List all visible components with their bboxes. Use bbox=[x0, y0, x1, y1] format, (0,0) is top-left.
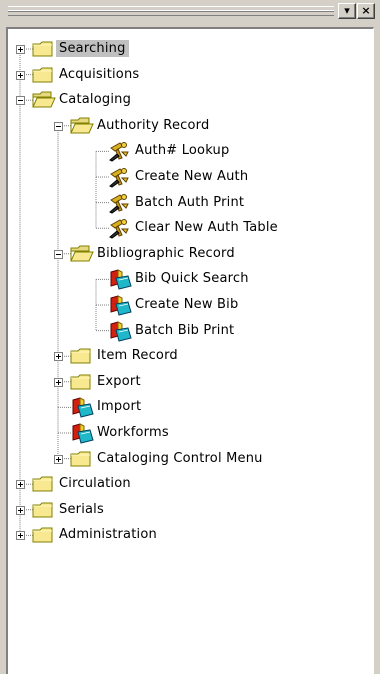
bib-book-icon bbox=[108, 268, 132, 294]
tree-item-label: Acquisitions bbox=[59, 66, 140, 82]
tree-item-label: Create New Auth bbox=[135, 169, 249, 184]
drag-grip[interactable] bbox=[8, 6, 334, 16]
panel-title-bar[interactable]: ▾ × bbox=[0, 0, 380, 24]
tree-item-label: Create New Bib bbox=[135, 297, 239, 312]
expand-toggle-searching[interactable] bbox=[16, 45, 25, 54]
tree-item-administration[interactable]: Administration bbox=[56, 525, 160, 545]
authority-tool-icon bbox=[108, 217, 130, 243]
bib-book-icon bbox=[70, 396, 94, 422]
tree-item-auth-lookup[interactable]: Auth# Lookup bbox=[132, 141, 232, 161]
authority-tool-icon bbox=[108, 192, 130, 218]
tree-item-label: Workforms bbox=[97, 425, 169, 440]
tree-item-cataloging[interactable]: Cataloging bbox=[56, 90, 134, 110]
folder-closed-icon bbox=[32, 501, 54, 523]
tree-item-create-new-bib[interactable]: Create New Bib bbox=[132, 295, 241, 315]
expand-toggle-acquisitions[interactable] bbox=[16, 70, 25, 80]
tree-item-bibliographic-record[interactable]: Bibliographic Record bbox=[94, 244, 238, 264]
expand-toggle-cataloging-control-menu[interactable] bbox=[54, 454, 63, 464]
dropdown-button[interactable]: ▾ bbox=[338, 3, 356, 19]
expand-toggle-item-record[interactable] bbox=[54, 352, 63, 362]
expand-toggle-serials[interactable] bbox=[16, 505, 25, 515]
expand-toggle-circulation[interactable] bbox=[16, 480, 25, 490]
tree-item-workforms[interactable]: Workforms bbox=[94, 423, 172, 443]
tree-item-bib-quick-search[interactable]: Bib Quick Search bbox=[132, 269, 252, 289]
folder-closed-icon bbox=[70, 347, 92, 369]
tree-item-serials[interactable]: Serials bbox=[56, 500, 107, 520]
tree-item-label: Circulation bbox=[59, 476, 131, 492]
tree-item-cataloging-control-menu[interactable]: Cataloging Control Menu bbox=[94, 449, 266, 469]
close-button[interactable]: × bbox=[357, 3, 375, 19]
folder-closed-icon bbox=[32, 475, 54, 497]
tree-item-label: Import bbox=[97, 399, 142, 415]
tree-item-searching[interactable]: Searching bbox=[56, 39, 129, 59]
folder-closed-icon bbox=[32, 66, 54, 88]
bib-book-icon bbox=[108, 320, 132, 346]
folder-open-icon bbox=[70, 117, 94, 139]
tree-item-authority-record[interactable]: Authority Record bbox=[94, 116, 212, 136]
tree-item-label: Batch Auth Print bbox=[135, 194, 245, 210]
collapse-toggle-bibliographic-record[interactable] bbox=[54, 249, 63, 259]
collapse-toggle-cataloging[interactable] bbox=[16, 96, 25, 106]
tree-item-label: Serials bbox=[59, 501, 104, 517]
folder-closed-icon bbox=[32, 40, 54, 62]
authority-tool-icon bbox=[108, 140, 130, 166]
tree-item-label: Cataloging Control Menu bbox=[97, 450, 263, 466]
expand-toggle-administration[interactable] bbox=[16, 531, 25, 541]
tree-item-label: Export bbox=[97, 373, 141, 389]
tree-item-create-new-auth[interactable]: Create New Auth bbox=[132, 167, 251, 187]
tree-item-acquisitions[interactable]: Acquisitions bbox=[56, 65, 142, 85]
folder-closed-icon bbox=[70, 450, 92, 472]
navigation-tree[interactable]: Searching Acquisitions Cataloging Authority… bbox=[6, 27, 374, 674]
folder-closed-icon bbox=[70, 373, 92, 395]
tree-item-label: Authority Record bbox=[97, 117, 210, 133]
tree-item-label: Administration bbox=[59, 527, 157, 543]
tree-item-item-record[interactable]: Item Record bbox=[94, 346, 181, 366]
folder-closed-icon bbox=[32, 526, 54, 548]
folder-open-icon bbox=[32, 91, 56, 113]
bib-book-icon bbox=[70, 422, 94, 448]
expand-toggle-export[interactable] bbox=[54, 377, 63, 387]
tree-item-label: Auth# Lookup bbox=[135, 143, 230, 159]
tree-item-import[interactable]: Import bbox=[94, 397, 144, 417]
tree-item-clear-new-auth-table[interactable]: Clear New Auth Table bbox=[132, 218, 281, 238]
tree-item-export[interactable]: Export bbox=[94, 372, 144, 392]
authority-tool-icon bbox=[108, 166, 130, 192]
tree-item-batch-auth-print[interactable]: Batch Auth Print bbox=[132, 193, 247, 213]
collapse-toggle-authority-record[interactable] bbox=[54, 121, 63, 131]
bib-book-icon bbox=[108, 294, 132, 320]
folder-open-icon bbox=[70, 245, 94, 267]
tree-item-label: Clear New Auth Table bbox=[135, 220, 278, 236]
tree-item-label: Batch Bib Print bbox=[135, 322, 235, 338]
tree-item-label: Searching bbox=[56, 40, 129, 57]
tree-item-label: Bib Quick Search bbox=[135, 271, 249, 287]
tree-item-batch-bib-print[interactable]: Batch Bib Print bbox=[132, 321, 237, 341]
tree-item-circulation[interactable]: Circulation bbox=[56, 474, 134, 494]
tree-item-label: Bibliographic Record bbox=[97, 245, 235, 261]
tree-item-label: Item Record bbox=[97, 348, 178, 364]
tree-item-label: Cataloging bbox=[59, 92, 132, 108]
